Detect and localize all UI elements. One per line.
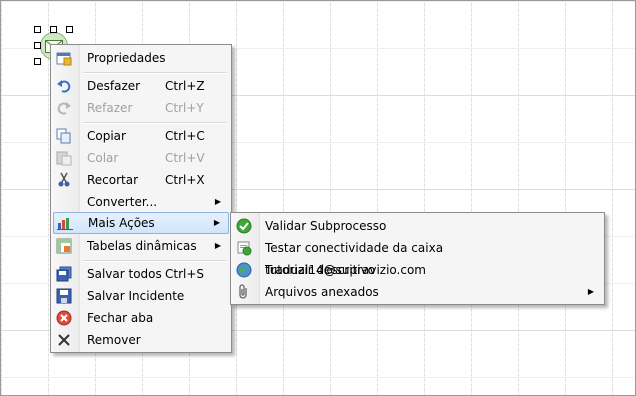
submenu-item-testar-conectividade[interactable]: Testar conectividade da caixa tutorial14… bbox=[233, 237, 602, 277]
menu-label: Validar Subprocesso bbox=[265, 219, 387, 233]
resize-handle-w[interactable] bbox=[34, 42, 41, 49]
menu-separator bbox=[83, 122, 227, 124]
menu-label: Refazer bbox=[87, 101, 133, 115]
submenu-arrow-icon: ▶ bbox=[587, 287, 594, 296]
menu-separator bbox=[83, 260, 227, 262]
menu-item-copiar[interactable]: Copiar Ctrl+C bbox=[53, 125, 229, 147]
paste-icon bbox=[56, 150, 72, 166]
menu-shortcut: Ctrl+Z bbox=[165, 79, 205, 93]
menu-item-desfazer[interactable]: Desfazer Ctrl+Z bbox=[53, 75, 229, 97]
menu-label: Salvar todos bbox=[87, 267, 162, 281]
save-icon bbox=[56, 288, 72, 304]
submenu-item-validar-subprocesso[interactable]: Validar Subprocesso bbox=[233, 215, 602, 237]
menu-separator bbox=[83, 72, 227, 74]
paperclip-icon bbox=[236, 284, 252, 300]
menu-item-converter[interactable]: Converter... ▶ bbox=[53, 191, 229, 213]
menu-item-mais-acoes[interactable]: Mais Ações ▶ bbox=[53, 212, 229, 234]
menu-item-salvar-todos[interactable]: Salvar todos Ctrl+S bbox=[53, 263, 229, 285]
menu-label: Propriedades bbox=[87, 51, 166, 65]
submenu-arrow-icon: ▶ bbox=[214, 197, 221, 206]
menu-label: Arquivos anexados bbox=[265, 285, 379, 299]
menu-shortcut: Ctrl+S bbox=[165, 267, 205, 281]
globe-icon bbox=[236, 262, 252, 278]
resize-handle-n[interactable] bbox=[50, 26, 57, 33]
menu-item-remover[interactable]: Remover bbox=[53, 329, 229, 351]
menu-label: Fechar aba bbox=[87, 311, 154, 325]
resize-handle-ne[interactable] bbox=[66, 26, 73, 33]
close-tab-icon bbox=[56, 310, 72, 326]
check-icon bbox=[236, 218, 252, 234]
more-actions-icon bbox=[57, 215, 73, 231]
menu-shortcut: Ctrl+C bbox=[165, 129, 205, 143]
menu-shortcut: Ctrl+Y bbox=[165, 101, 204, 115]
copy-icon bbox=[56, 128, 72, 144]
pivot-table-icon bbox=[56, 238, 72, 254]
submenu-item-arquivos-anexados[interactable]: Arquivos anexados ▶ bbox=[233, 281, 602, 303]
menu-item-propriedades[interactable]: Propriedades bbox=[53, 47, 229, 69]
menu-label: Traduzir descritivo bbox=[265, 263, 376, 277]
menu-shortcut: Ctrl+X bbox=[165, 173, 205, 187]
menu-label: Remover bbox=[87, 333, 141, 347]
menu-item-tabelas-dinamicas[interactable]: Tabelas dinâmicas ▶ bbox=[53, 235, 229, 257]
menu-item-recortar[interactable]: Recortar Ctrl+X bbox=[53, 169, 229, 191]
menu-label: Colar bbox=[87, 151, 119, 165]
resize-handle-sw[interactable] bbox=[34, 58, 41, 65]
menu-item-colar[interactable]: Colar Ctrl+V bbox=[53, 147, 229, 169]
undo-icon bbox=[56, 78, 72, 94]
menu-label: Salvar Incidente bbox=[87, 289, 185, 303]
menu-item-fechar-aba[interactable]: Fechar aba bbox=[53, 307, 229, 329]
context-menu: Propriedades Desfazer Ctrl+Z Refazer Ctr… bbox=[50, 44, 232, 353]
menu-label: Converter... bbox=[87, 195, 158, 209]
menu-label: Desfazer bbox=[87, 79, 141, 93]
submenu-mais-acoes: Validar Subprocesso Testar conectividade… bbox=[230, 212, 605, 305]
remove-icon bbox=[56, 332, 72, 348]
save-all-icon bbox=[56, 266, 72, 282]
menu-item-salvar-incidente[interactable]: Salvar Incidente bbox=[53, 285, 229, 307]
menu-label: Tabelas dinâmicas bbox=[87, 239, 197, 253]
submenu-arrow-icon: ▶ bbox=[214, 241, 221, 250]
submenu-arrow-icon: ▶ bbox=[213, 218, 220, 227]
cut-icon bbox=[56, 172, 72, 188]
resize-handle-nw[interactable] bbox=[34, 26, 41, 33]
menu-label: Copiar bbox=[87, 129, 126, 143]
menu-label: Recortar bbox=[87, 173, 139, 187]
menu-item-refazer[interactable]: Refazer Ctrl+Y bbox=[53, 97, 229, 119]
properties-icon bbox=[56, 50, 72, 66]
menu-shortcut: Ctrl+V bbox=[165, 151, 205, 165]
connectivity-icon bbox=[236, 240, 252, 256]
menu-label: Mais Ações bbox=[88, 216, 155, 230]
redo-icon bbox=[56, 100, 72, 116]
submenu-item-traduzir-descritivo[interactable]: Traduzir descritivo bbox=[233, 259, 602, 281]
